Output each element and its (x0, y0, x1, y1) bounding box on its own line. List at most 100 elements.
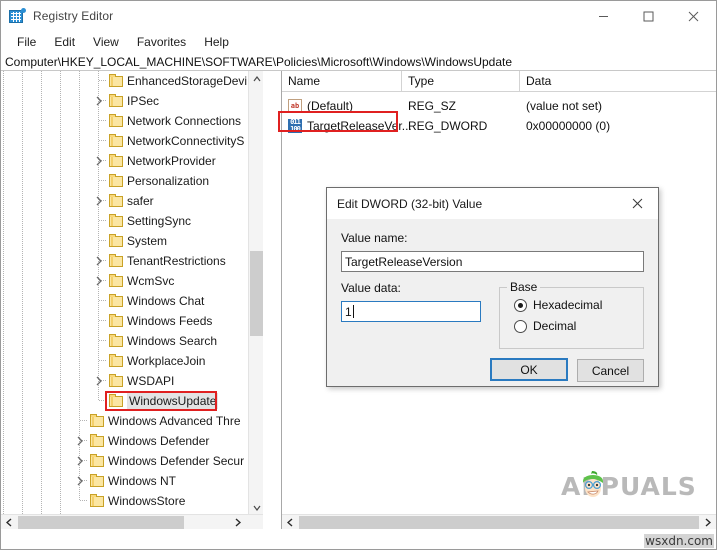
tree-item-label: System (127, 234, 168, 248)
tree-elbow (98, 171, 107, 191)
tree-scroll-up-icon[interactable] (249, 71, 263, 87)
registry-tree[interactable]: EnhancedStorageDevi IPSec Network Connecti… (1, 71, 249, 516)
chevron-right-icon[interactable] (94, 96, 104, 106)
value-data: 0x00000000 (0) (526, 119, 611, 133)
folder-icon (109, 154, 124, 167)
text-caret (352, 305, 354, 318)
chevron-right-icon[interactable] (75, 436, 85, 446)
value-name-input[interactable]: TargetReleaseVersion (341, 251, 644, 272)
tree-hscroll-right-icon[interactable] (230, 515, 246, 530)
tree-item-windows-defender-secur[interactable]: Windows Defender Secur (1, 451, 249, 471)
tree-item-windows-defender[interactable]: Windows Defender (1, 431, 249, 451)
tree-scroll-thumb[interactable] (250, 251, 263, 336)
ok-button[interactable]: OK (490, 358, 568, 381)
folder-icon (109, 174, 124, 187)
tree-item-windows-search[interactable]: Windows Search (1, 331, 249, 351)
folder-icon (109, 374, 124, 387)
tree-item-windows-advanced-thre[interactable]: Windows Advanced Thre (1, 411, 249, 431)
tree-item-label: WindowsUpdate (127, 393, 219, 409)
values-hscroll-right-icon[interactable] (700, 515, 716, 530)
chevron-right-icon[interactable] (94, 256, 104, 266)
tree-item-windowsstore[interactable]: WindowsStore (1, 491, 249, 511)
chevron-right-icon[interactable] (94, 376, 104, 386)
radio-hexadecimal-label: Hexadecimal (533, 298, 603, 312)
close-icon[interactable] (616, 188, 658, 219)
pane-splitter[interactable] (264, 71, 281, 549)
tree-item-system[interactable]: System (1, 231, 249, 251)
tree-item-safer[interactable]: safer (1, 191, 249, 211)
tree-hscroll-left-icon[interactable] (1, 515, 17, 530)
tree-item-windowsupdate[interactable]: WindowsUpdate (1, 391, 249, 411)
radio-decimal[interactable]: Decimal (514, 319, 576, 333)
column-header-data[interactable]: Data (520, 71, 716, 92)
value-data-input[interactable]: 1 (341, 301, 481, 322)
tree-item-windows-chat[interactable]: Windows Chat (1, 291, 249, 311)
column-header-name[interactable]: Name (282, 71, 402, 92)
table-row[interactable]: ab (Default) REG_SZ (value not set) (282, 96, 716, 116)
tree-item-ipsec[interactable]: IPSec (1, 91, 249, 111)
values-horizontal-scrollbar[interactable] (282, 514, 716, 529)
folder-icon (109, 254, 124, 267)
tree-item-wcmsvc[interactable]: WcmSvc (1, 271, 249, 291)
tree-vertical-scrollbar[interactable] (248, 71, 263, 516)
value-name: (Default) (307, 99, 354, 113)
tree-item-settingsync[interactable]: SettingSync (1, 211, 249, 231)
value-name-label: Value name: (341, 231, 408, 245)
dword-value-icon: 011 100 (288, 119, 302, 133)
tree-item-windows-feeds[interactable]: Windows Feeds (1, 311, 249, 331)
chevron-right-icon[interactable] (75, 456, 85, 466)
registry-editor-window: Registry Editor File Edit View Favorites… (0, 0, 717, 550)
tree-item-networkprovider[interactable]: NetworkProvider (1, 151, 249, 171)
cancel-button[interactable]: Cancel (577, 359, 644, 382)
folder-icon (90, 494, 105, 507)
menu-view[interactable]: View (84, 33, 128, 52)
menu-help[interactable]: Help (195, 33, 238, 52)
chevron-right-icon[interactable] (94, 196, 104, 206)
chevron-right-icon[interactable] (75, 476, 85, 486)
tree-item-label: IPSec (127, 94, 160, 108)
radio-decimal-indicator (514, 319, 527, 333)
close-icon[interactable] (671, 1, 716, 31)
tree-item-label: EnhancedStorageDevi (127, 74, 248, 88)
tree-horizontal-scrollbar[interactable] (1, 514, 263, 530)
base-group: Base Hexadecimal Decimal (499, 280, 644, 349)
chevron-right-icon[interactable] (94, 276, 104, 286)
minimize-icon[interactable] (581, 1, 626, 31)
maximize-icon[interactable] (626, 1, 671, 31)
folder-icon (109, 114, 124, 127)
values-hscroll-thumb[interactable] (299, 516, 699, 529)
folder-icon (109, 214, 124, 227)
tree-item-wsdapi[interactable]: WSDAPI (1, 371, 249, 391)
tree-item-label: WSDAPI (127, 374, 175, 388)
table-row[interactable]: 011 100 TargetReleaseVer... REG_DWORD 0x0… (282, 116, 716, 136)
tree-elbow (79, 491, 88, 511)
value-data: (value not set) (526, 99, 603, 113)
string-value-icon: ab (288, 99, 302, 113)
tree-hscroll-thumb[interactable] (18, 516, 184, 529)
menu-favorites[interactable]: Favorites (128, 33, 195, 52)
column-header-type[interactable]: Type (402, 71, 520, 92)
tree-item-label: Personalization (127, 174, 210, 188)
menu-edit[interactable]: Edit (45, 33, 84, 52)
address-bar[interactable]: Computer\HKEY_LOCAL_MACHINE\SOFTWARE\Pol… (1, 53, 716, 71)
edit-dword-dialog: Edit DWORD (32-bit) Value Value name: Ta… (326, 187, 659, 387)
tree-item-network-connections[interactable]: Network Connections (1, 111, 249, 131)
tree-item-personalization[interactable]: Personalization (1, 171, 249, 191)
title-bar: Registry Editor (1, 1, 716, 31)
folder-icon (109, 194, 124, 207)
tree-item-windows-nt[interactable]: Windows NT (1, 471, 249, 491)
tree-item-workplacejoin[interactable]: WorkplaceJoin (1, 351, 249, 371)
chevron-right-icon[interactable] (94, 156, 104, 166)
tree-item-tenantrestrictions[interactable]: TenantRestrictions (1, 251, 249, 271)
tree-item-label: WindowsStore (108, 494, 186, 508)
values-hscroll-left-icon[interactable] (282, 515, 298, 530)
value-data-label: Value data: (341, 281, 401, 295)
tree-elbow (98, 131, 107, 151)
radio-hexadecimal[interactable]: Hexadecimal (514, 298, 602, 312)
tree-item-networkconnectivitys[interactable]: NetworkConnectivityS (1, 131, 249, 151)
menu-file[interactable]: File (8, 33, 45, 52)
tree-item-label: SettingSync (127, 214, 192, 228)
folder-icon (90, 414, 105, 427)
tree-item-enhancedstoragedevi[interactable]: EnhancedStorageDevi (1, 71, 249, 91)
tree-item-label: Windows Chat (127, 294, 205, 308)
